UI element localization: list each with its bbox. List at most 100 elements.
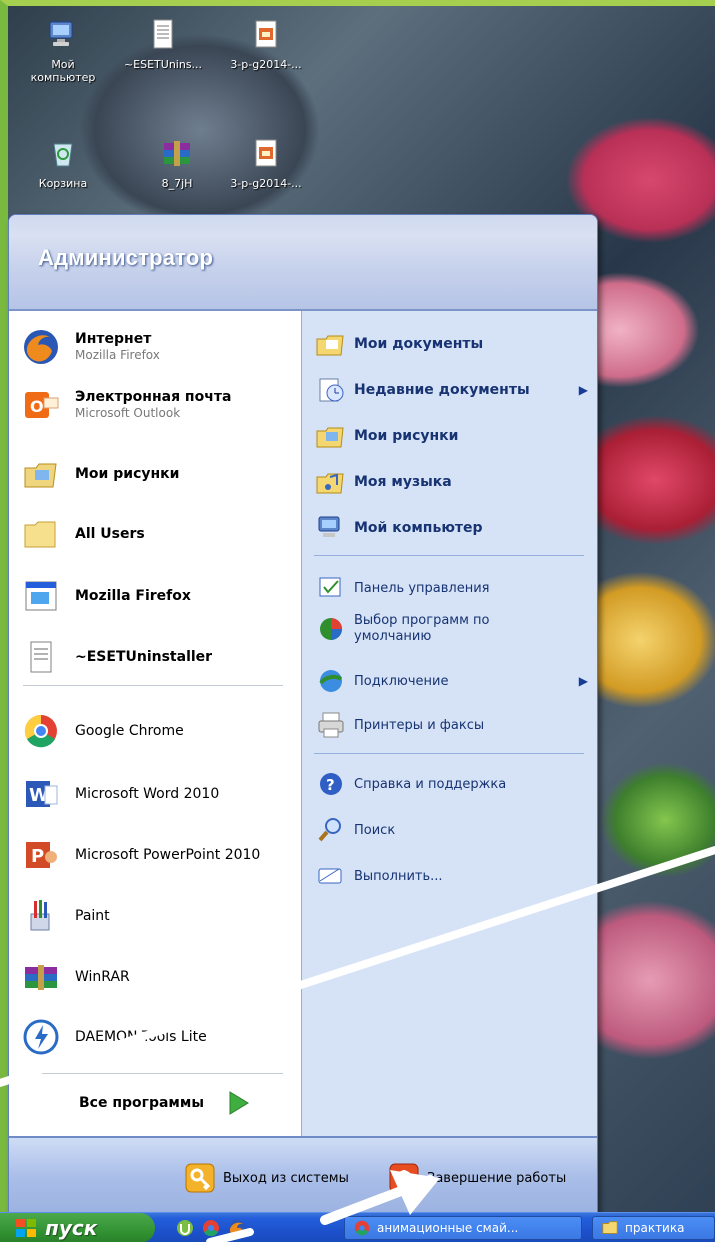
desktop-icon-label: ~ESETUnins... — [123, 58, 203, 71]
chrome-icon — [354, 1220, 370, 1236]
places-item-label: Поиск — [354, 822, 396, 838]
places-run[interactable]: Выполнить... — [314, 861, 592, 891]
word-icon: W — [19, 772, 63, 816]
recent-item-title: DAEMON Tools Lite — [75, 1029, 207, 1045]
recent-mozilla-firefox[interactable]: Mozilla Firefox — [19, 570, 299, 622]
desktop-icon-my-computer[interactable]: Мой компьютер — [22, 18, 104, 84]
taskbar: пуск анимационные смай... практика — [0, 1212, 715, 1242]
places-item-label: Принтеры и факсы — [354, 717, 485, 733]
desktop-icon-package-2[interactable]: 3-p-g2014-... — [225, 137, 307, 190]
start-label: пуск — [45, 1216, 98, 1240]
start-menu-header: Администратор — [9, 215, 597, 311]
desktop-icon-archive[interactable]: 8_7jH — [136, 137, 218, 190]
desktop-icon-recycle-bin[interactable]: Корзина — [22, 137, 104, 190]
windows-logo-icon — [16, 1219, 36, 1237]
desktop-icon-label: Корзина — [38, 177, 88, 190]
recycle-bin-icon — [53, 143, 73, 167]
paint-icon — [19, 894, 63, 938]
recent-item-title: All Users — [75, 526, 145, 542]
logoff-button[interactable]: Выход из системы — [185, 1162, 349, 1194]
taskbar-button-chrome[interactable]: анимационные смай... — [344, 1216, 582, 1240]
svg-text:?: ? — [326, 776, 335, 794]
svg-text:P: P — [31, 846, 44, 867]
pinned-internet[interactable]: Интернет Mozilla Firefox — [19, 321, 299, 373]
desktop-icon-package[interactable]: 3-p-g2014-... — [225, 18, 307, 71]
places-help[interactable]: ? Справка и поддержка — [314, 769, 592, 799]
places-control-panel[interactable]: Панель управления — [314, 573, 592, 603]
recent-word[interactable]: W Microsoft Word 2010 — [19, 768, 299, 820]
outlook-icon: O — [19, 383, 63, 427]
folder-icon — [19, 512, 63, 556]
task-label: практика — [625, 1221, 685, 1235]
recent-paint[interactable]: Paint — [19, 890, 299, 942]
places-item-label: Мои рисунки — [354, 428, 459, 444]
pinned-item-title: Электронная почта — [75, 389, 232, 405]
separator — [314, 753, 584, 754]
places-my-documents[interactable]: Мои документы — [314, 329, 592, 359]
firefox-icon[interactable] — [227, 1218, 247, 1238]
firefox-icon — [19, 325, 63, 369]
submenu-arrow-icon: ▶ — [578, 383, 588, 397]
start-menu-body: Интернет Mozilla Firefox O Электронная п… — [9, 311, 597, 1136]
user-name: Администратор — [38, 245, 214, 270]
taskbar-button-folder[interactable]: практика — [592, 1216, 715, 1240]
recent-winrar[interactable]: WinRAR — [19, 951, 299, 1003]
task-label: анимационные смай... — [377, 1221, 519, 1235]
my-documents-icon — [314, 329, 348, 359]
recent-my-pictures[interactable]: Мои рисунки — [19, 448, 299, 500]
places-item-label: Выполнить... — [354, 868, 443, 884]
recent-item-title: WinRAR — [75, 969, 130, 985]
pinned-email[interactable]: O Электронная почта Microsoft Outlook — [19, 379, 299, 431]
start-button[interactable]: пуск — [0, 1213, 155, 1242]
package-icon — [255, 20, 277, 48]
places-pane: Мои документы Недавние документы ▶ Мои р… — [301, 311, 597, 1136]
recent-all-users[interactable]: All Users — [19, 508, 299, 560]
places-my-computer[interactable]: Мой компьютер — [314, 513, 592, 543]
places-recent-documents[interactable]: Недавние документы ▶ — [314, 375, 592, 405]
chrome-icon[interactable] — [201, 1218, 221, 1238]
separator — [23, 685, 283, 686]
all-programs-button[interactable]: Все программы — [79, 1084, 289, 1122]
places-my-pictures[interactable]: Мои рисунки — [314, 421, 592, 451]
desktop-icon-label: 8_7jH — [161, 177, 193, 190]
pinned-item-subtitle: Microsoft Outlook — [75, 406, 181, 420]
separator — [314, 555, 584, 556]
pinned-item-title: Интернет — [75, 331, 152, 347]
recent-daemon-tools[interactable]: DAEMON Tools Lite — [19, 1011, 299, 1063]
my-music-icon — [314, 467, 348, 497]
recent-item-title: Microsoft Word 2010 — [75, 786, 220, 802]
recent-google-chrome[interactable]: Google Chrome — [19, 705, 299, 757]
powerpoint-icon: P — [19, 833, 63, 877]
start-menu-footer: Выход из системы Завершение работы — [9, 1136, 597, 1213]
desktop-icon-label: 3-p-g2014-... — [230, 58, 302, 71]
recent-item-title: Microsoft PowerPoint 2010 — [75, 847, 261, 863]
desktop-wallpaper: Мой компьютер ~ESETUnins... 3-p-g2014-..… — [0, 0, 715, 1242]
shutdown-button[interactable]: Завершение работы — [389, 1162, 566, 1194]
recent-item-title: ~ESETUninstaller — [75, 649, 213, 665]
places-printers[interactable]: Принтеры и факсы — [314, 710, 592, 740]
my-pictures-icon — [314, 421, 348, 451]
places-my-music[interactable]: Моя музыка — [314, 467, 592, 497]
places-item-label: Выбор программ по умолчанию — [354, 613, 490, 644]
desktop-icon-label: Мой компьютер — [30, 58, 96, 84]
places-default-programs[interactable]: Выбор программ по умолчанию — [314, 613, 592, 645]
logoff-label: Выход из системы — [223, 1170, 349, 1186]
arrow-right-icon — [229, 1091, 249, 1115]
control-panel-icon — [314, 573, 348, 603]
places-search[interactable]: Поиск — [314, 815, 592, 845]
places-item-label: Мой компьютер — [354, 520, 483, 536]
chrome-icon — [19, 709, 63, 753]
my-pictures-icon — [19, 452, 63, 496]
desktop-icon-eset[interactable]: ~ESETUnins... — [122, 18, 204, 71]
recent-powerpoint[interactable]: P Microsoft PowerPoint 2010 — [19, 829, 299, 881]
recent-esetuninstaller[interactable]: ~ESETUninstaller — [19, 631, 299, 683]
places-item-label: Панель управления — [354, 580, 490, 596]
pinned-item-subtitle: Mozilla Firefox — [75, 348, 160, 362]
window-icon — [19, 574, 63, 618]
utorrent-icon[interactable] — [175, 1218, 195, 1238]
places-connection[interactable]: Подключение ▶ — [314, 666, 592, 696]
my-computer-icon — [314, 513, 348, 543]
desktop-icon-label: 3-p-g2014-... — [230, 177, 302, 190]
recent-item-title: Mozilla Firefox — [75, 588, 191, 604]
places-item-label: Мои документы — [354, 336, 484, 352]
